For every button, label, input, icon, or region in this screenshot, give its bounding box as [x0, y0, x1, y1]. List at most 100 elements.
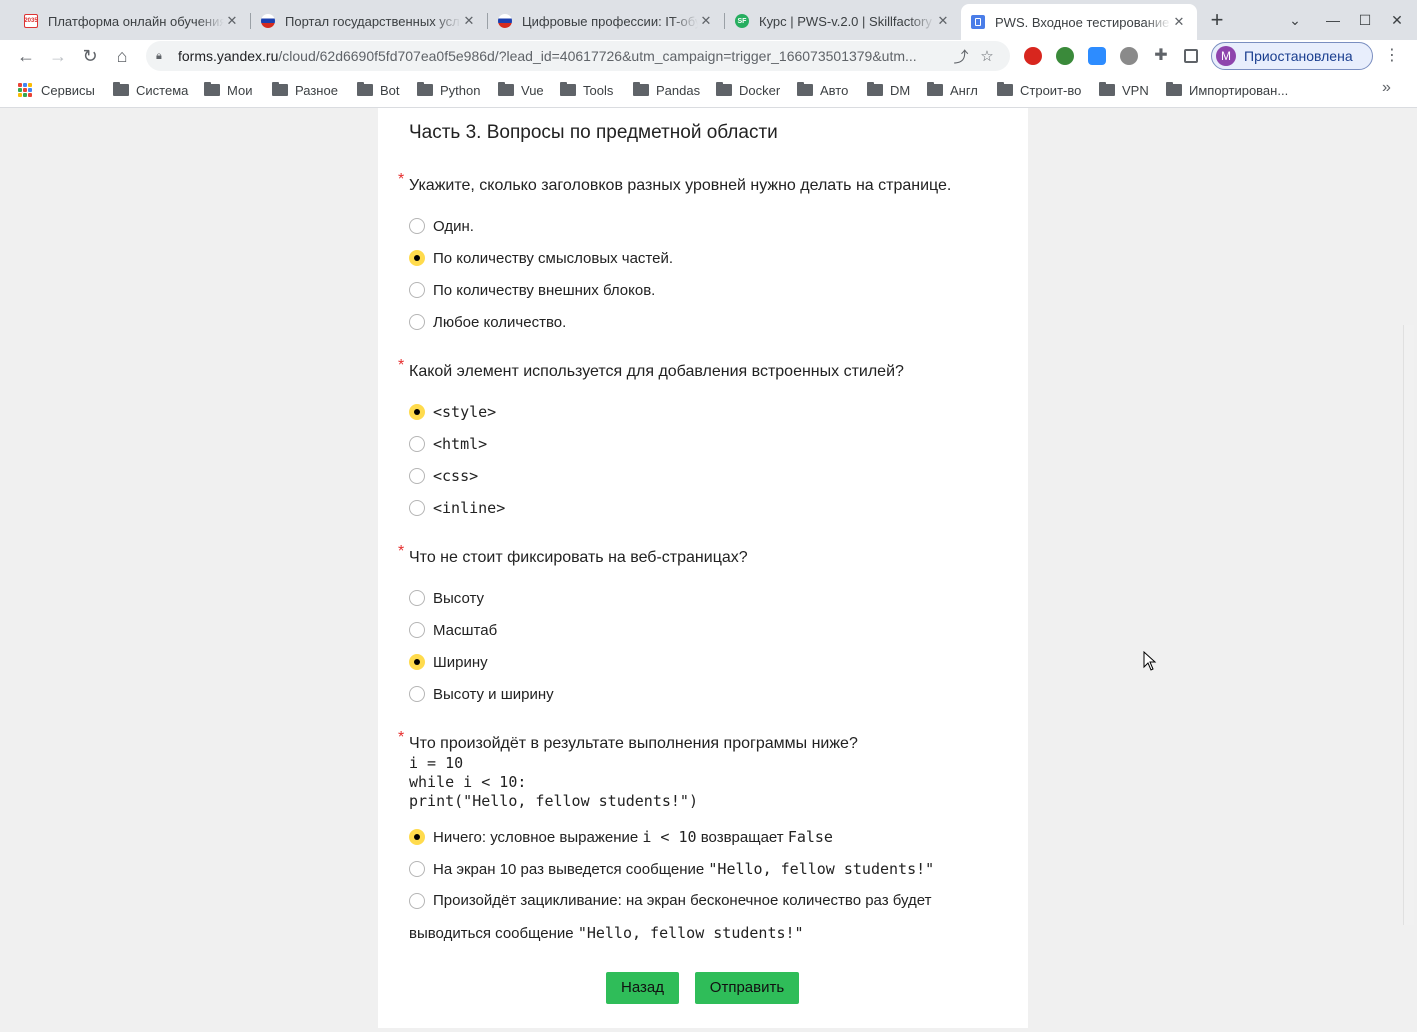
avatar: M: [1216, 46, 1236, 66]
tab-title: Курс | PWS-v.2.0 | Skillfactory: [759, 13, 932, 29]
mouse-cursor-icon: [1143, 651, 1157, 671]
folder-icon: [867, 82, 883, 96]
extension-gray-icon[interactable]: [1120, 47, 1138, 65]
bookmark-folder[interactable]: Строит-во: [997, 81, 1081, 99]
close-icon[interactable]: ✕: [224, 13, 240, 29]
radio-button[interactable]: [409, 861, 425, 877]
close-icon[interactable]: ✕: [935, 13, 951, 29]
chevron-double-right-icon[interactable]: »: [1382, 79, 1391, 97]
radio-button[interactable]: [409, 218, 425, 234]
url-text[interactable]: forms.yandex.ru/cloud/62d6690f5fd707ea0f…: [178, 48, 948, 64]
radio-option[interactable]: Произойдёт зацикливание: на экран бескон…: [409, 885, 999, 950]
radio-option[interactable]: Высоту и ширину: [409, 678, 999, 710]
russia-flag-icon: [261, 14, 275, 28]
radio-option[interactable]: Высоту: [409, 582, 999, 614]
radio-group: <style> <html> <css> <inline>: [409, 396, 999, 524]
radio-button[interactable]: [409, 622, 425, 638]
globe-extension-icon[interactable]: [1056, 47, 1074, 65]
bookmark-folder[interactable]: Vue: [498, 81, 544, 99]
radio-option[interactable]: <html>: [409, 428, 999, 460]
bookmark-folder[interactable]: Авто: [797, 81, 848, 99]
tab-search-chevron-icon[interactable]: ⌄: [1281, 8, 1309, 32]
radio-option[interactable]: Ширину: [409, 646, 999, 678]
radio-button[interactable]: [409, 590, 425, 606]
radio-button[interactable]: [409, 468, 425, 484]
radio-option[interactable]: По количеству внешних блоков.: [409, 274, 999, 306]
radio-option[interactable]: По количеству смысловых частей.: [409, 242, 999, 274]
required-mark: *: [398, 357, 405, 374]
back-arrow-icon[interactable]: ←: [13, 43, 39, 69]
radio-option[interactable]: <style>: [409, 396, 999, 428]
radio-button[interactable]: [409, 893, 425, 909]
close-icon[interactable]: ✕: [461, 13, 477, 29]
radio-button[interactable]: [409, 314, 425, 330]
radio-button-selected[interactable]: [409, 250, 425, 266]
radio-button[interactable]: [409, 500, 425, 516]
page-viewport: Часть 3. Вопросы по предметной области *…: [0, 108, 1417, 1032]
share-icon[interactable]: ⤴: [948, 46, 974, 67]
adblock-extension-icon[interactable]: [1024, 47, 1042, 65]
radio-option[interactable]: Любое количество.: [409, 306, 999, 338]
radio-button[interactable]: [409, 436, 425, 452]
bookmark-folder[interactable]: Разное: [272, 81, 338, 99]
bookmark-folder[interactable]: Tools: [560, 81, 613, 99]
bookmark-folder[interactable]: Docker: [716, 81, 780, 99]
tab-skillfactory[interactable]: SF Курс | PWS-v.2.0 | Skillfactory ✕: [725, 6, 961, 36]
window-close-icon[interactable]: ✕: [1383, 8, 1411, 32]
bookmark-folder[interactable]: Импортирован...: [1166, 81, 1288, 99]
form-card: Часть 3. Вопросы по предметной области *…: [378, 108, 1028, 1028]
side-panel-icon[interactable]: [1184, 49, 1198, 63]
bookmark-folder[interactable]: Bot: [357, 81, 400, 99]
tab-pws-test[interactable]: PWS. Входное тестирование ✕: [961, 4, 1197, 40]
minimize-icon[interactable]: —: [1319, 8, 1347, 32]
close-icon[interactable]: ✕: [698, 13, 714, 29]
question-label: Какой элемент используется для добавлени…: [409, 363, 904, 380]
forward-arrow-icon[interactable]: →: [45, 43, 71, 69]
radio-option[interactable]: Масштаб: [409, 614, 999, 646]
maximize-icon[interactable]: ☐: [1351, 8, 1379, 32]
radio-button-selected[interactable]: [409, 829, 425, 845]
profile-button[interactable]: M Приостановлена: [1211, 42, 1373, 70]
radio-button[interactable]: [409, 282, 425, 298]
address-bar[interactable]: 🔒︎ forms.yandex.ru/cloud/62d6690f5fd707e…: [146, 41, 1010, 71]
radio-option[interactable]: <inline>: [409, 492, 999, 524]
bookmark-folder[interactable]: Python: [417, 81, 480, 99]
tab-digital-professions[interactable]: Цифровые профессии: IT-обучение ✕: [488, 6, 724, 36]
bookmark-folder[interactable]: DM: [867, 81, 910, 99]
menu-kebab-icon[interactable]: ⋮: [1384, 44, 1400, 68]
bookmark-folder[interactable]: Англ: [927, 81, 978, 99]
radio-button-selected[interactable]: [409, 404, 425, 420]
bookmark-services[interactable]: Сервисы: [18, 81, 95, 99]
bookmark-folder[interactable]: VPN: [1099, 81, 1149, 99]
tab-title: Портал государственных услуг: [285, 13, 461, 29]
option-text: На экран 10 раз выведется сообщение: [433, 861, 709, 878]
radio-button[interactable]: [409, 686, 425, 702]
new-tab-button[interactable]: +: [1205, 9, 1229, 33]
bookmark-folder[interactable]: Pandas: [633, 81, 700, 99]
zoom-extension-icon[interactable]: [1088, 47, 1106, 65]
radio-option[interactable]: На экран 10 раз выведется сообщение "Hel…: [409, 853, 999, 885]
submit-button[interactable]: Отправить: [695, 972, 799, 1004]
tab-gosuslugi[interactable]: Портал государственных услуг ✕: [251, 6, 487, 36]
bookmark-folder[interactable]: Система: [113, 81, 188, 99]
bookmark-label: Docker: [739, 82, 781, 98]
puzzle-extensions-icon[interactable]: ✚: [1152, 47, 1170, 65]
browser-toolbar: ← → ↻ ⌂ 🔒︎ forms.yandex.ru/cloud/62d6690…: [0, 40, 1417, 72]
bookmark-folder[interactable]: Мои: [204, 81, 252, 99]
radio-button-selected[interactable]: [409, 654, 425, 670]
home-icon[interactable]: ⌂: [109, 43, 135, 69]
option-label: Любое количество.: [433, 313, 567, 331]
back-button[interactable]: Назад: [606, 972, 679, 1004]
page-scrollbar[interactable]: [1403, 325, 1414, 925]
forms-icon: [971, 15, 985, 29]
code-block: i = 10 while i < 10: print("Hello, fellow …: [409, 754, 999, 811]
option-code: "Hello, fellow students!": [577, 924, 804, 942]
close-icon[interactable]: ✕: [1171, 14, 1187, 30]
radio-option[interactable]: Ничего: условное выражение i < 10 возвра…: [409, 821, 999, 853]
reload-icon[interactable]: ↻: [77, 43, 103, 69]
radio-group: Один. По количеству смысловых частей. По…: [409, 210, 999, 338]
star-icon[interactable]: ☆: [974, 47, 1000, 65]
tab-platform[interactable]: 2035 Платформа онлайн обучения ✕: [14, 6, 250, 36]
radio-option[interactable]: Один.: [409, 210, 999, 242]
radio-option[interactable]: <css>: [409, 460, 999, 492]
